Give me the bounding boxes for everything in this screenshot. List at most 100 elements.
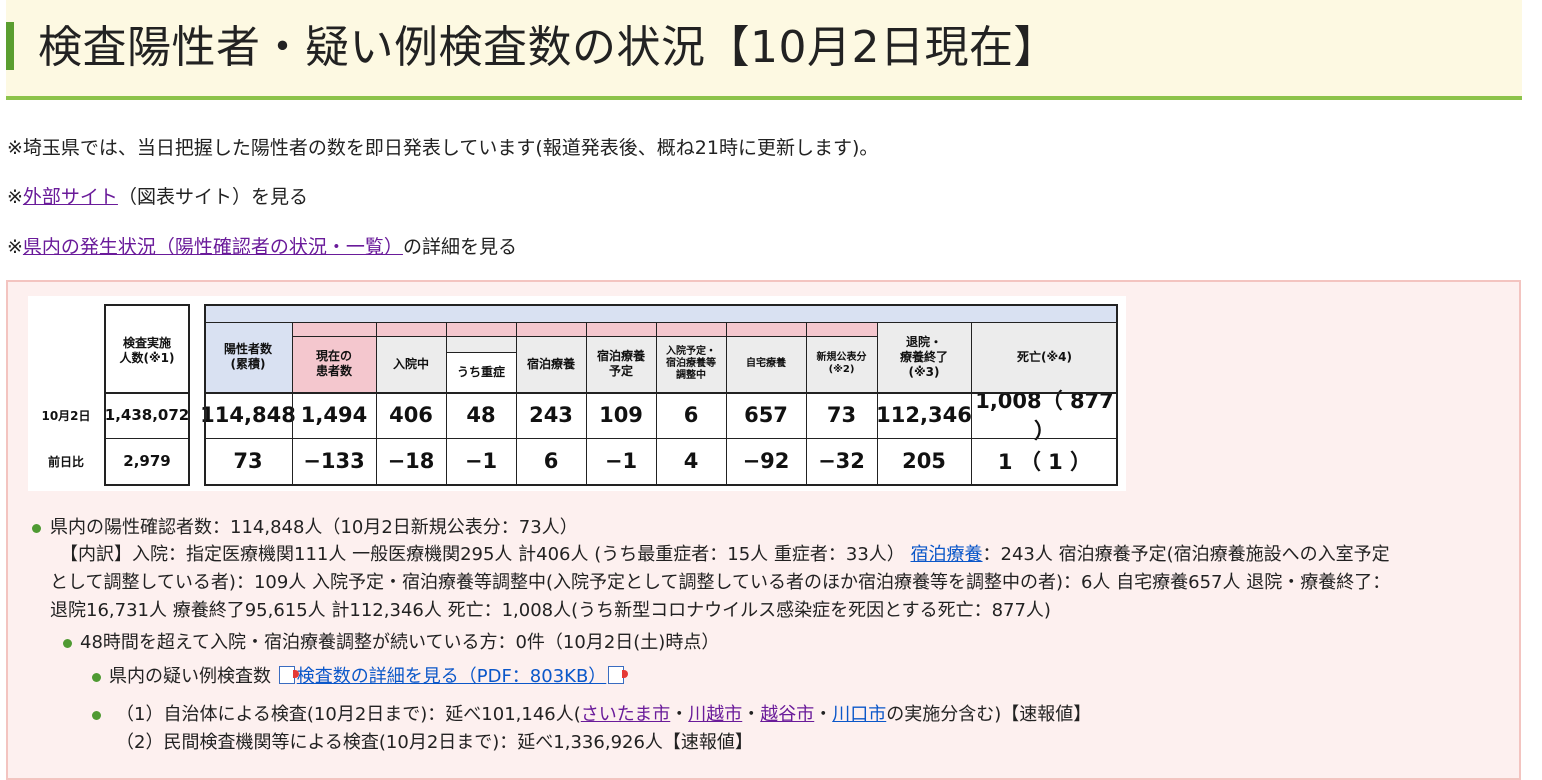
municipal-tests-text: （1）自治体による検査(10月2日まで)：延べ101,146人( [116, 704, 581, 725]
suspected-tests-text: 県内の疑い例検査数 [109, 666, 271, 687]
table-gridline [376, 322, 377, 486]
hotel-care-link[interactable]: 宿泊療養 [911, 544, 983, 565]
header-hospitalized: 入院中 [392, 356, 429, 371]
table-gridline [104, 392, 190, 394]
table-gridline [656, 322, 657, 486]
table-gridline [204, 438, 1118, 439]
note-mark: ※ [7, 236, 23, 258]
external-site-link[interactable]: 外部サイト [23, 186, 118, 208]
table-cell-recovered: 112,346 [876, 403, 972, 427]
header-new: 新規公表分 (※2) [816, 352, 867, 375]
table-gridline [104, 438, 190, 439]
suspected-tests-line: 県内の疑い例検査数 検査数の詳細を見る（PDF：803KB） [109, 663, 629, 690]
header-hotel-planned: 宿泊療養 予定 [596, 349, 645, 378]
breakdown-text: 【内訳】入院：指定医療機関111人 一般医療機関295人 計406人 (うち最重… [60, 544, 905, 565]
test-details-pdf-link[interactable]: 検査数の詳細を見る（PDF：803KB） [297, 666, 607, 687]
table-cell-hotel: 243 [529, 403, 573, 427]
page-title: 検査陽性者・疑い例検査数の状況【10月2日現在】 [38, 22, 1058, 73]
table-gridline [188, 304, 190, 486]
external-site-note: ※外部サイト（図表サイト）を見る [7, 184, 308, 210]
row-label: 前日比 [47, 454, 84, 469]
table-cell-current: −133 [303, 449, 365, 473]
table-cell-deaths: 1 （ 1 ） [997, 450, 1092, 474]
adjustment-status-text: 48時間を超えて入院・宿泊療養調整が続いている方：0件（10月2日(土)時点） [80, 632, 720, 653]
table-cell-hotel-planned: −1 [604, 449, 638, 473]
breakdown-text: ：243人 宿泊療養予定(宿泊療養施設への入室予定 [982, 544, 1390, 565]
table-gridline [104, 484, 190, 486]
table-gridline [104, 304, 106, 486]
table-cell-hospitalized: 406 [389, 403, 433, 427]
table-cell-deaths: 1,008（ 877 ） [975, 389, 1114, 443]
table-cell-new: 73 [826, 403, 857, 427]
table-gridline [516, 322, 517, 486]
table-cell-new: −32 [818, 449, 865, 473]
table-gridline [104, 304, 190, 306]
table-gridline [204, 304, 1118, 306]
positive-total-text: 県内の陽性確認者数：114,848人（10月2日新規公表分：73人） [50, 517, 578, 538]
detail-note: ※県内の発生状況（陽性確認者の状況・一覧）の詳細を見る [7, 234, 517, 260]
separator: ・ [670, 704, 689, 725]
page-title-bar: 検査陽性者・疑い例検査数の状況【10月2日現在】 [6, 0, 1522, 100]
table-gridline [586, 322, 587, 486]
bullet-icon [92, 711, 101, 720]
table-gridline [446, 322, 447, 486]
table-gridline [971, 322, 972, 486]
kawaguchi-city-link[interactable]: 川口市 [832, 704, 886, 725]
header-current: 現在の 患者数 [315, 349, 352, 378]
kawagoe-city-link[interactable]: 川越市 [688, 704, 742, 725]
table-cell-positive: 73 [233, 449, 263, 473]
note-mark: ※ [7, 186, 23, 208]
table-gridline [204, 392, 1118, 394]
table-cell-positive: 114,848 [200, 403, 296, 427]
status-table: 検査実施 人数(※1) 陽性者数 (累積) 現在の 患者数 入院中 うち重症 宿泊療養 宿泊… [28, 296, 1126, 491]
table-gridline [204, 484, 1118, 486]
table-cell-home: −92 [742, 449, 790, 473]
header-hotel: 宿泊療養 [526, 356, 575, 371]
outbreak-status-link[interactable]: 県内の発生状況（陽性確認者の状況・一覧） [23, 236, 403, 258]
breakdown-line-3: 退院16,731人 療養終了95,615人 計112,346人 死亡：1,008… [50, 600, 1051, 621]
detail-suffix: の詳細を見る [402, 236, 517, 258]
table-cell-hotel-planned: 109 [599, 403, 643, 427]
private-tests-line: （2）民間検査機関等による検査(10月2日まで)：延べ1,336,926人【速報… [116, 732, 753, 753]
table-cell-home: 657 [744, 403, 788, 427]
header-severe: うち重症 [446, 352, 516, 392]
header-deaths: 死亡(※4) [1017, 349, 1072, 364]
breakdown-line-2: として調整している者)：109人 入院予定・宿泊療養等調整中(入院予定として調整… [50, 572, 1391, 593]
table-cell-adjusting: 6 [683, 403, 699, 427]
separator: ・ [814, 704, 833, 725]
table-gridline [292, 336, 877, 337]
bullet-icon [92, 673, 101, 682]
update-note: ※埼玉県では、当日把握した陽性者の数を即日発表しています(報道発表後、概ね21時… [7, 137, 879, 159]
table-gridline [446, 352, 516, 353]
table-gridline [877, 322, 878, 486]
current-band-pink [292, 322, 877, 336]
pdf-icon [278, 666, 299, 684]
header-positive: 陽性者数 (累積) [223, 342, 272, 371]
table-cell-tested: 2,979 [123, 452, 171, 470]
title-accent-bar [6, 22, 14, 70]
header-tested: 検査実施 人数(※1) [119, 336, 175, 365]
municipal-tests-line: （1）自治体による検査(10月2日まで)：延べ101,146人(さいたま市・川越… [116, 701, 1091, 728]
table-gridline [1116, 304, 1118, 486]
table-cell-hotel: 6 [543, 449, 559, 473]
municipal-tests-suffix: の実施分含む)【速報値】 [886, 704, 1092, 725]
table-cell-adjusting: 4 [683, 449, 699, 473]
table-cell-tested: 1,438,072 [104, 406, 190, 424]
table-cell-current: 1,494 [300, 403, 368, 427]
bullet-icon [32, 524, 41, 533]
koshigaya-city-link[interactable]: 越谷市 [760, 704, 814, 725]
table-cell-severe: −1 [464, 449, 498, 473]
table-cell-hospitalized: −18 [387, 449, 435, 473]
saitama-city-link[interactable]: さいたま市 [581, 704, 670, 725]
header-home: 自宅療養 [746, 358, 786, 369]
speaker-icon [608, 666, 629, 684]
table-gridline [806, 322, 807, 486]
table-gridline [726, 322, 727, 486]
row-label: 10月2日 [41, 408, 91, 423]
table-gridline [204, 322, 1118, 323]
table-cell-recovered: 205 [902, 449, 946, 473]
header-recovered: 退院・ 療養終了 (※3) [899, 334, 948, 379]
header-adjusting: 入院予定・ 宿泊療養等 調整中 [666, 346, 716, 381]
table-gridline [204, 304, 206, 486]
bullet-icon [63, 639, 72, 648]
